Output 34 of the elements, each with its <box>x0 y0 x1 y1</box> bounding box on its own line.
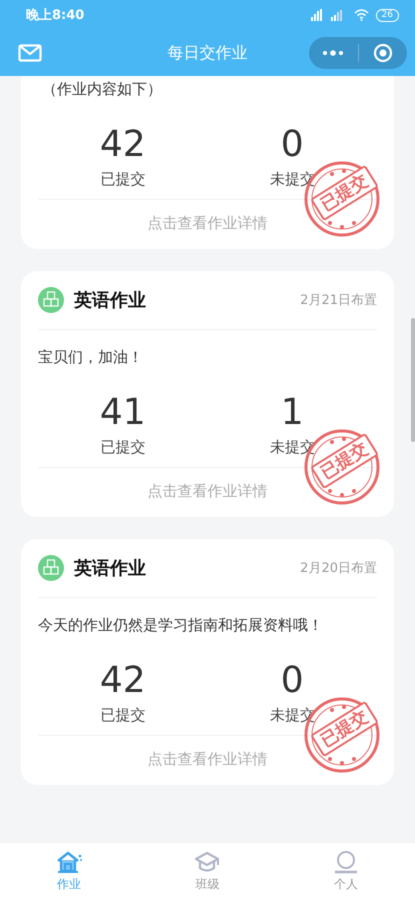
abc-blocks-icon <box>38 287 64 313</box>
assigned-date: 2月21日布置 <box>300 292 377 309</box>
homework-note: 宝贝们，加油！ <box>38 347 144 368</box>
close-icon[interactable] <box>372 43 393 63</box>
stamp-ring-icon <box>302 427 382 507</box>
stamp-ring-icon <box>302 695 382 775</box>
graduation-cap-icon <box>193 850 222 874</box>
submitted-label: 已提交 <box>100 438 146 457</box>
unsubmitted-count: 0 <box>280 124 304 166</box>
submitted-count: 42 <box>100 660 146 702</box>
page-title: 每日交作业 <box>168 42 248 62</box>
scrollbar[interactable] <box>411 318 415 442</box>
homework-note: 今天的作业仍然是学习指南和拓展资料哦！ <box>38 615 324 636</box>
assigned-date: 2月20日布置 <box>300 560 377 577</box>
submitted-label: 已提交 <box>100 170 146 189</box>
home-icon <box>55 850 84 874</box>
tab-item[interactable]: 个人 <box>276 843 415 900</box>
mail-icon[interactable] <box>18 44 42 62</box>
tab-item[interactable]: 班级 <box>138 843 277 900</box>
submitted-label: 已提交 <box>100 706 146 725</box>
homework-note: （作业内容如下） <box>41 79 163 100</box>
homework-title: 英语作业 <box>74 557 146 580</box>
submitted-count: 42 <box>100 124 146 166</box>
status-time: 晚上8:40 <box>26 7 84 24</box>
unsubmitted-count: 0 <box>280 660 304 702</box>
stamp-ring-icon <box>302 159 382 239</box>
tab-item[interactable]: 作业 <box>0 843 138 900</box>
homework-title: 英语作业 <box>74 289 146 312</box>
wifi-icon <box>354 9 369 21</box>
more-icon[interactable] <box>322 50 344 56</box>
unsubmitted-count: 1 <box>280 392 304 434</box>
abc-blocks-icon <box>38 555 64 581</box>
submitted-count: 41 <box>100 392 146 434</box>
battery-indicator: 26 <box>376 8 399 22</box>
